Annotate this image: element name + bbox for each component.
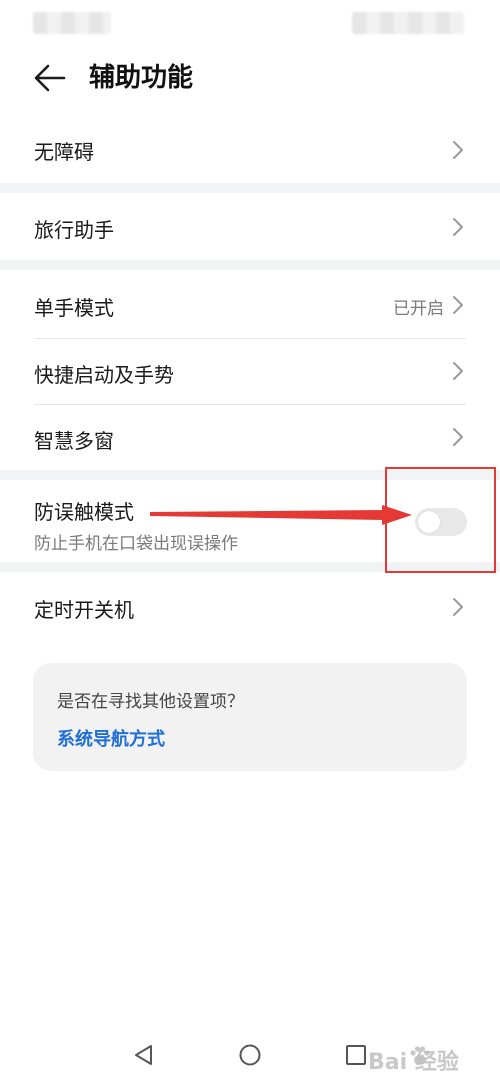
back-button[interactable]	[30, 60, 70, 96]
list-item-accessibility[interactable]: 无障碍	[0, 120, 500, 180]
list-item-label: 旅行助手	[34, 218, 114, 242]
chevron-right-icon	[453, 598, 463, 616]
nav-back-button[interactable]	[131, 1042, 157, 1068]
list-item-sublabel: 防止手机在口袋出现误操作	[34, 534, 238, 554]
arrow-left-icon	[34, 64, 66, 92]
chevron-right-icon	[453, 362, 463, 380]
annotation-highlight-box	[385, 467, 496, 573]
system-navigation-link[interactable]: 系统导航方式	[57, 725, 165, 751]
chevron-right-icon	[453, 141, 463, 159]
baidu-jingyan-watermark: Bai 经验	[368, 1038, 496, 1078]
chevron-right-icon	[453, 428, 463, 446]
suggestion-question: 是否在寻找其他设置项？	[57, 692, 244, 712]
triangle-back-icon	[135, 1045, 152, 1065]
list-item-label: 无障碍	[34, 140, 94, 164]
status-bar-left-blurred	[33, 12, 111, 34]
section-gap	[0, 260, 500, 270]
list-item-scheduled-power[interactable]: 定时开关机	[0, 574, 500, 640]
status-bar-right-blurred	[352, 12, 464, 34]
circle-home-icon	[239, 1044, 261, 1066]
list-item-label: 防误触模式	[34, 500, 134, 524]
list-item-label: 单手模式	[34, 296, 114, 320]
suggestion-card: 是否在寻找其他设置项？ 系统导航方式	[33, 663, 467, 771]
status-value: 已开启	[393, 299, 444, 319]
annotation-arrow	[150, 505, 412, 525]
app-header: 辅助功能	[0, 52, 500, 104]
list-item-label: 智慧多窗	[34, 429, 114, 453]
chevron-right-icon	[453, 296, 463, 314]
chevron-right-icon	[453, 218, 463, 236]
list-item-travel-assistant[interactable]: 旅行助手	[0, 196, 500, 258]
square-recent-icon	[346, 1045, 366, 1065]
nav-home-button[interactable]	[237, 1042, 263, 1068]
list-item-smart-multiwindow[interactable]: 智慧多窗	[0, 405, 500, 470]
paw-logo-icon	[410, 1046, 430, 1065]
list-item-label: 定时开关机	[34, 598, 134, 622]
nav-recent-button[interactable]	[343, 1042, 369, 1068]
page-title: 辅助功能	[89, 63, 194, 93]
section-gap	[0, 183, 500, 193]
list-item-label: 快捷启动及手势	[34, 363, 174, 387]
list-item-one-handed-mode[interactable]: 单手模式 已开启	[0, 272, 500, 338]
list-item-shortcuts-gestures[interactable]: 快捷启动及手势	[0, 339, 500, 404]
